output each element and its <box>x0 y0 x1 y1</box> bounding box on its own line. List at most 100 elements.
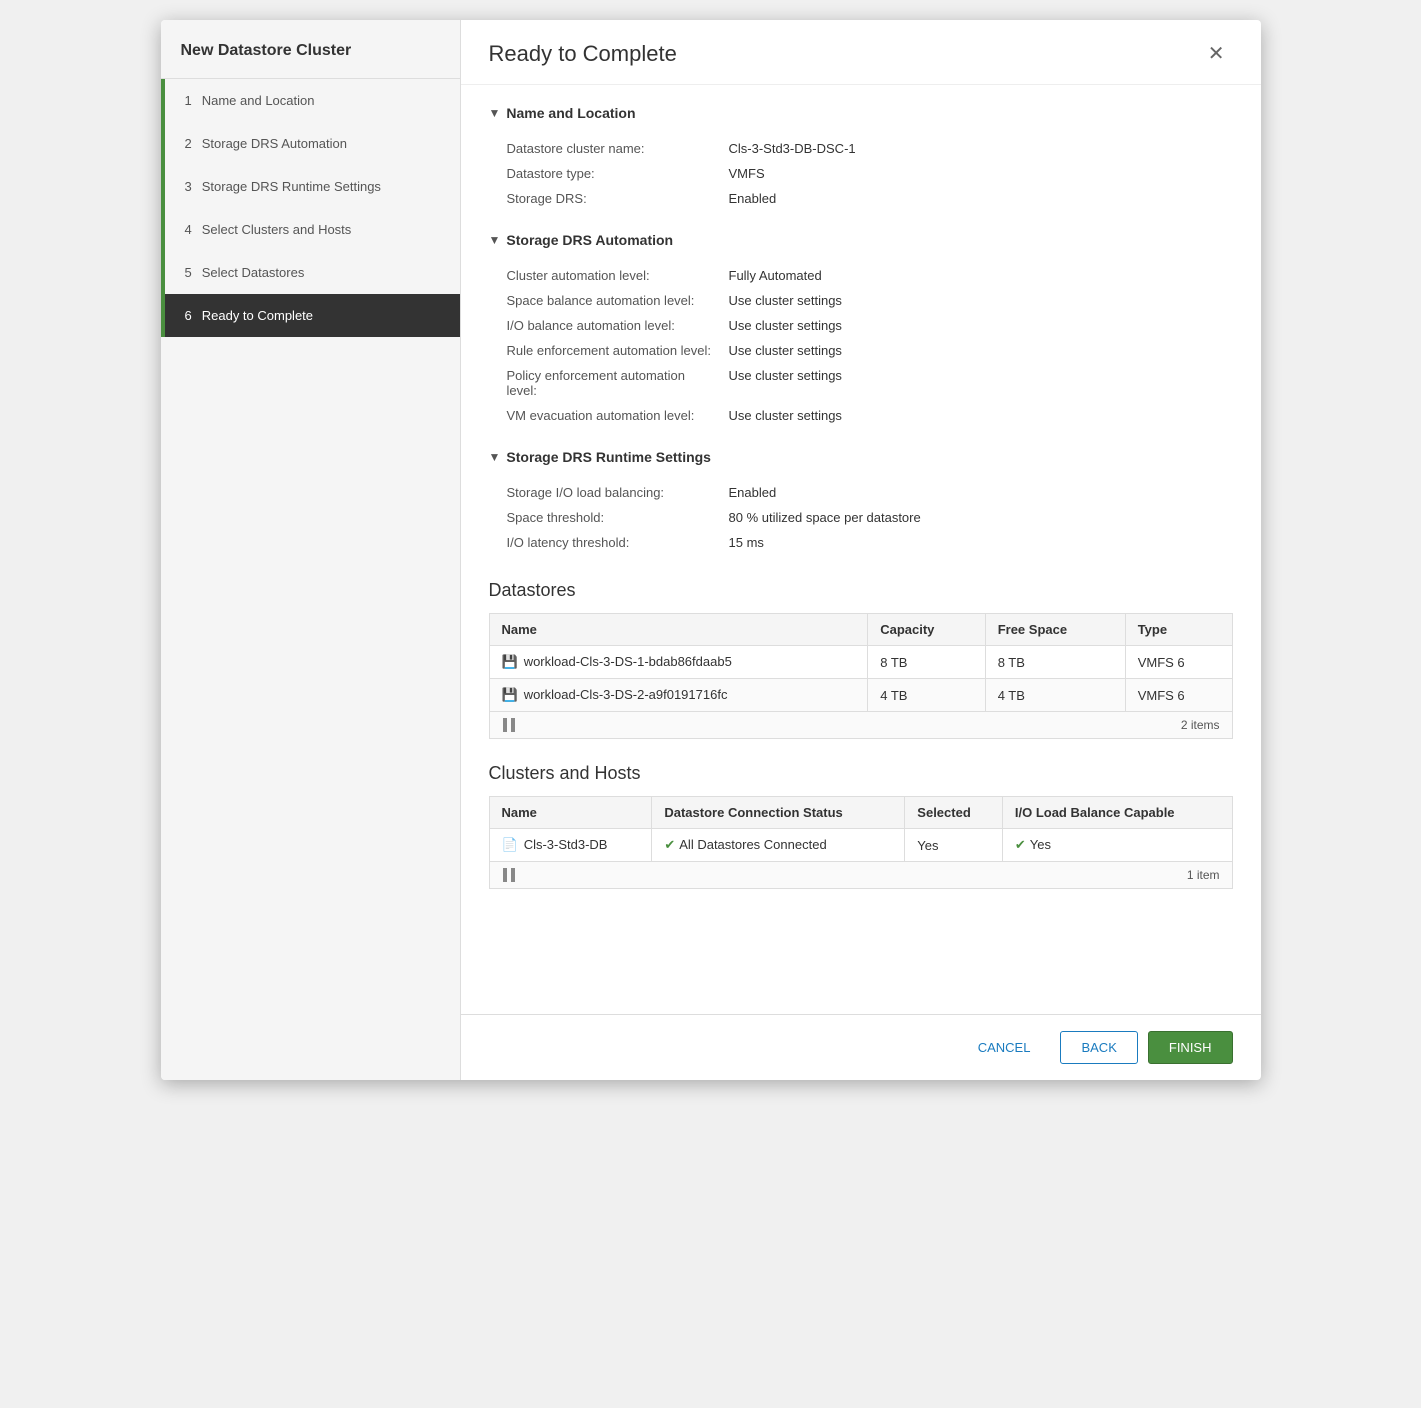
cluster-icon: 📄 <box>502 837 518 852</box>
table-row: Cluster automation level:Fully Automated <box>507 264 1247 287</box>
datastores-table: NameCapacityFree SpaceType 💾workload-Cls… <box>489 613 1233 712</box>
field-value: Fully Automated <box>729 264 1247 287</box>
step-number: 5 <box>185 265 192 280</box>
section-storage-drs-runtime-title: Storage DRS Runtime Settings <box>506 449 711 465</box>
step-number: 6 <box>185 308 192 323</box>
clusters-hosts-table-footer: 1 item <box>489 862 1233 889</box>
table-row: I/O latency threshold:15 ms <box>507 531 1247 554</box>
modal-title: New Datastore Cluster <box>161 20 460 79</box>
field-label: Storage I/O load balancing: <box>507 481 727 504</box>
datastore-icon: 💾 <box>502 654 518 669</box>
table-row: Space balance automation level:Use clust… <box>507 289 1247 312</box>
sidebar-nav: 1 Name and Location 2 Storage DRS Automatio… <box>161 79 460 337</box>
back-button[interactable]: BACK <box>1060 1031 1137 1064</box>
sidebar-item-ready-to-complete[interactable]: 6Ready to Complete <box>161 294 460 337</box>
modal-footer: CANCEL BACK FINISH <box>461 1014 1261 1080</box>
collapse-icon-automation[interactable]: ▼ <box>489 233 501 247</box>
storage-drs-runtime-table: Storage I/O load balancing:EnabledSpace … <box>505 479 1249 556</box>
datastores-table-footer: 2 items <box>489 712 1233 739</box>
table-row: VM evacuation automation level:Use clust… <box>507 404 1247 427</box>
cluster-name: 📄Cls-3-Std3-DB <box>489 829 652 862</box>
table-row: Storage DRS:Enabled <box>507 187 1247 210</box>
page-title: Ready to Complete <box>489 41 677 67</box>
field-label: I/O latency threshold: <box>507 531 727 554</box>
column-header: Capacity <box>868 614 985 646</box>
table-row: I/O balance automation level:Use cluster… <box>507 314 1247 337</box>
field-value: Enabled <box>729 481 1247 504</box>
section-storage-drs-automation-title: Storage DRS Automation <box>506 232 673 248</box>
clusters-hosts-section-title: Clusters and Hosts <box>489 763 1233 784</box>
section-name-location-header: ▼ Name and Location <box>489 105 1233 121</box>
field-label: Space threshold: <box>507 506 727 529</box>
collapse-icon[interactable]: ▼ <box>489 106 501 120</box>
step-number: 3 <box>185 179 192 194</box>
sidebar-item-storage-drs-runtime-settings[interactable]: 3 Storage DRS Runtime Settings <box>161 165 460 208</box>
storage-drs-automation-table: Cluster automation level:Fully Automated… <box>505 262 1249 429</box>
table-row: Storage I/O load balancing:Enabled <box>507 481 1247 504</box>
field-label: VM evacuation automation level: <box>507 404 727 427</box>
table-row: Policy enforcement automation level:Use … <box>507 364 1247 402</box>
table-row: 📄Cls-3-Std3-DB ✔All Datastores Connected… <box>489 829 1232 862</box>
sidebar-item-select-clusters-and-hosts[interactable]: 4Select Clusters and Hosts <box>161 208 460 251</box>
field-label: Storage DRS: <box>507 187 727 210</box>
field-value: 80 % utilized space per datastore <box>729 506 1247 529</box>
field-label: Rule enforcement automation level: <box>507 339 727 362</box>
field-value: Use cluster settings <box>729 404 1247 427</box>
section-name-location-title: Name and Location <box>506 105 635 121</box>
table-header-row: NameCapacityFree SpaceType <box>489 614 1232 646</box>
datastore-free-space: 8 TB <box>985 646 1125 679</box>
column-header: Name <box>489 797 652 829</box>
table-row: 💾workload-Cls-3-DS-1-bdab86fdaab5 8 TB 8… <box>489 646 1232 679</box>
finish-button[interactable]: FINISH <box>1148 1031 1233 1064</box>
column-header: Selected <box>905 797 1003 829</box>
step-label: Select Datastores <box>202 265 305 280</box>
step-label: Storage DRS Automation <box>202 136 347 151</box>
main-body: ▼ Name and Location Datastore cluster na… <box>461 85 1261 1014</box>
wizard-sidebar: New Datastore Cluster 1 Name and Location… <box>161 20 461 1080</box>
table-header-row: NameDatastore Connection StatusSelectedI… <box>489 797 1232 829</box>
step-number: 1 <box>185 93 192 108</box>
column-header: I/O Load Balance Capable <box>1002 797 1232 829</box>
column-header: Type <box>1125 614 1232 646</box>
field-value: Use cluster settings <box>729 289 1247 312</box>
field-value: Cls-3-Std3-DB-DSC-1 <box>729 137 1247 160</box>
table-row: Datastore cluster name:Cls-3-Std3-DB-DSC… <box>507 137 1247 160</box>
step-label: Name and Location <box>202 93 315 108</box>
field-label: I/O balance automation level: <box>507 314 727 337</box>
new-datastore-cluster-modal: New Datastore Cluster 1 Name and Location… <box>161 20 1261 1080</box>
step-label: Storage DRS Runtime Settings <box>202 179 381 194</box>
close-button[interactable]: ✕ <box>1200 40 1233 68</box>
column-header: Name <box>489 614 868 646</box>
field-value: Use cluster settings <box>729 314 1247 337</box>
section-storage-drs-automation-header: ▼ Storage DRS Automation <box>489 232 1233 248</box>
datastore-type: VMFS 6 <box>1125 679 1232 712</box>
datastores-item-count: 2 items <box>1181 718 1220 732</box>
field-value: Enabled <box>729 187 1247 210</box>
field-label: Datastore cluster name: <box>507 137 727 160</box>
status-ok-icon: ✔ <box>664 837 675 852</box>
columns-icon <box>502 718 516 732</box>
clusters-hosts-table: NameDatastore Connection StatusSelectedI… <box>489 796 1233 862</box>
field-label: Cluster automation level: <box>507 264 727 287</box>
cluster-connection-status: ✔All Datastores Connected <box>652 829 905 862</box>
clusters-columns-icon <box>502 868 516 882</box>
sidebar-item-select-datastores[interactable]: 5 Select Datastores <box>161 251 460 294</box>
cluster-selected: Yes <box>905 829 1003 862</box>
datastore-capacity: 4 TB <box>868 679 985 712</box>
step-number: 2 <box>185 136 192 151</box>
field-value: VMFS <box>729 162 1247 185</box>
clusters-hosts-table-container: NameDatastore Connection StatusSelectedI… <box>489 796 1233 889</box>
field-value: Use cluster settings <box>729 339 1247 362</box>
table-row: Datastore type:VMFS <box>507 162 1247 185</box>
io-ok-icon: ✔ <box>1015 837 1026 852</box>
datastores-table-container: NameCapacityFree SpaceType 💾workload-Cls… <box>489 613 1233 739</box>
clusters-hosts-item-count: 1 item <box>1187 868 1220 882</box>
column-header: Free Space <box>985 614 1125 646</box>
sidebar-item-storage-drs-automation[interactable]: 2 Storage DRS Automation <box>161 122 460 165</box>
collapse-icon-runtime[interactable]: ▼ <box>489 450 501 464</box>
datastore-name: 💾workload-Cls-3-DS-1-bdab86fdaab5 <box>489 646 868 679</box>
cluster-io-capable: ✔Yes <box>1002 829 1232 862</box>
cancel-button[interactable]: CANCEL <box>958 1032 1051 1063</box>
column-header: Datastore Connection Status <box>652 797 905 829</box>
sidebar-item-name-and-location[interactable]: 1 Name and Location <box>161 79 460 122</box>
